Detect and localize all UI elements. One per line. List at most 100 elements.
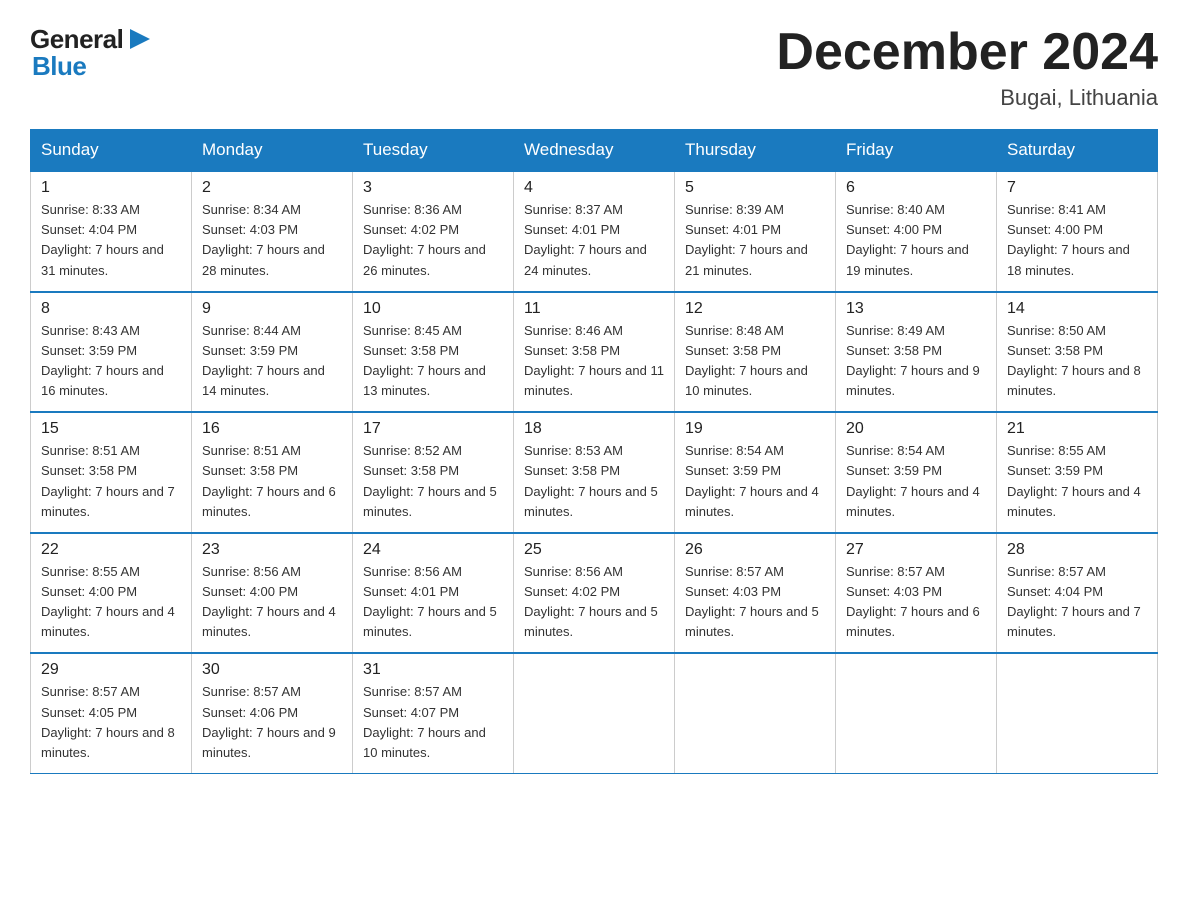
day-info: Sunrise: 8:44 AMSunset: 3:59 PMDaylight:… [202,321,342,402]
calendar-cell: 26 Sunrise: 8:57 AMSunset: 4:03 PMDayligh… [675,533,836,654]
day-info: Sunrise: 8:41 AMSunset: 4:00 PMDaylight:… [1007,200,1147,281]
day-number: 23 [202,541,342,559]
day-number: 2 [202,179,342,197]
day-number: 20 [846,420,986,438]
day-number: 11 [524,300,664,318]
day-info: Sunrise: 8:52 AMSunset: 3:58 PMDaylight:… [363,441,503,522]
day-info: Sunrise: 8:57 AMSunset: 4:05 PMDaylight:… [41,682,181,763]
day-info: Sunrise: 8:46 AMSunset: 3:58 PMDaylight:… [524,321,664,402]
calendar-cell: 29 Sunrise: 8:57 AMSunset: 4:05 PMDayligh… [31,653,192,773]
day-info: Sunrise: 8:45 AMSunset: 3:58 PMDaylight:… [363,321,503,402]
day-number: 13 [846,300,986,318]
day-info: Sunrise: 8:56 AMSunset: 4:02 PMDaylight:… [524,562,664,643]
calendar-week-row: 8Sunrise: 8:43 AMSunset: 3:59 PMDaylight… [31,292,1158,413]
day-number: 25 [524,541,664,559]
page-header: General Blue December 2024 Bugai, Lithua… [30,24,1158,111]
day-info: Sunrise: 8:51 AMSunset: 3:58 PMDaylight:… [202,441,342,522]
day-info: Sunrise: 8:36 AMSunset: 4:02 PMDaylight:… [363,200,503,281]
day-number: 15 [41,420,181,438]
calendar-cell: 23 Sunrise: 8:56 AMSunset: 4:00 PMDayligh… [192,533,353,654]
calendar-cell: 13 Sunrise: 8:49 AMSunset: 3:58 PMDayligh… [836,292,997,413]
calendar-cell: 9 Sunrise: 8:44 AMSunset: 3:59 PMDaylight… [192,292,353,413]
calendar-cell: 14 Sunrise: 8:50 AMSunset: 3:58 PMDayligh… [997,292,1158,413]
calendar-week-row: 1 Sunrise: 8:33 AMSunset: 4:04 PMDaylight… [31,171,1158,292]
day-info: Sunrise: 8:48 AMSunset: 3:58 PMDaylight:… [685,321,825,402]
calendar-header-row: SundayMondayTuesdayWednesdayThursdayFrid… [31,130,1158,172]
calendar-week-row: 29 Sunrise: 8:57 AMSunset: 4:05 PMDayligh… [31,653,1158,773]
col-header-saturday: Saturday [997,130,1158,172]
calendar-cell: 8Sunrise: 8:43 AMSunset: 3:59 PMDaylight… [31,292,192,413]
day-info: Sunrise: 8:37 AMSunset: 4:01 PMDaylight:… [524,200,664,281]
day-number: 6 [846,179,986,197]
calendar-cell: 11 Sunrise: 8:46 AMSunset: 3:58 PMDayligh… [514,292,675,413]
calendar-cell [514,653,675,773]
day-info: Sunrise: 8:57 AMSunset: 4:04 PMDaylight:… [1007,562,1147,643]
day-info: Sunrise: 8:43 AMSunset: 3:59 PMDaylight:… [41,321,181,402]
calendar-cell: 10Sunrise: 8:45 AMSunset: 3:58 PMDayligh… [353,292,514,413]
col-header-sunday: Sunday [31,130,192,172]
calendar-cell: 19Sunrise: 8:54 AMSunset: 3:59 PMDayligh… [675,412,836,533]
calendar-table: SundayMondayTuesdayWednesdayThursdayFrid… [30,129,1158,774]
day-number: 12 [685,300,825,318]
calendar-cell: 7Sunrise: 8:41 AMSunset: 4:00 PMDaylight… [997,171,1158,292]
calendar-cell: 16 Sunrise: 8:51 AMSunset: 3:58 PMDayligh… [192,412,353,533]
calendar-cell: 4Sunrise: 8:37 AMSunset: 4:01 PMDaylight… [514,171,675,292]
day-number: 3 [363,179,503,197]
day-number: 26 [685,541,825,559]
day-info: Sunrise: 8:55 AMSunset: 4:00 PMDaylight:… [41,562,181,643]
day-number: 22 [41,541,181,559]
calendar-cell [836,653,997,773]
day-number: 21 [1007,420,1147,438]
day-info: Sunrise: 8:34 AMSunset: 4:03 PMDaylight:… [202,200,342,281]
calendar-cell: 2 Sunrise: 8:34 AMSunset: 4:03 PMDaylight… [192,171,353,292]
calendar-cell: 17 Sunrise: 8:52 AMSunset: 3:58 PMDayligh… [353,412,514,533]
calendar-cell: 28 Sunrise: 8:57 AMSunset: 4:04 PMDayligh… [997,533,1158,654]
calendar-week-row: 22 Sunrise: 8:55 AMSunset: 4:00 PMDayligh… [31,533,1158,654]
month-title: December 2024 [776,24,1158,81]
day-info: Sunrise: 8:57 AMSunset: 4:03 PMDaylight:… [846,562,986,643]
logo-blue-text: Blue [32,51,86,82]
location-title: Bugai, Lithuania [776,85,1158,111]
calendar-cell: 6 Sunrise: 8:40 AMSunset: 4:00 PMDaylight… [836,171,997,292]
day-number: 5 [685,179,825,197]
day-info: Sunrise: 8:49 AMSunset: 3:58 PMDaylight:… [846,321,986,402]
day-number: 14 [1007,300,1147,318]
calendar-cell: 18Sunrise: 8:53 AMSunset: 3:58 PMDayligh… [514,412,675,533]
day-info: Sunrise: 8:51 AMSunset: 3:58 PMDaylight:… [41,441,181,522]
calendar-cell: 15 Sunrise: 8:51 AMSunset: 3:58 PMDayligh… [31,412,192,533]
calendar-cell: 27 Sunrise: 8:57 AMSunset: 4:03 PMDayligh… [836,533,997,654]
day-info: Sunrise: 8:57 AMSunset: 4:06 PMDaylight:… [202,682,342,763]
calendar-cell: 22 Sunrise: 8:55 AMSunset: 4:00 PMDayligh… [31,533,192,654]
day-number: 1 [41,179,181,197]
day-number: 18 [524,420,664,438]
calendar-cell: 25 Sunrise: 8:56 AMSunset: 4:02 PMDayligh… [514,533,675,654]
day-number: 17 [363,420,503,438]
day-info: Sunrise: 8:56 AMSunset: 4:00 PMDaylight:… [202,562,342,643]
day-info: Sunrise: 8:50 AMSunset: 3:58 PMDaylight:… [1007,321,1147,402]
col-header-thursday: Thursday [675,130,836,172]
day-info: Sunrise: 8:56 AMSunset: 4:01 PMDaylight:… [363,562,503,643]
day-info: Sunrise: 8:39 AMSunset: 4:01 PMDaylight:… [685,200,825,281]
calendar-cell: 30Sunrise: 8:57 AMSunset: 4:06 PMDayligh… [192,653,353,773]
day-number: 29 [41,661,181,679]
logo-arrow-icon [126,25,154,53]
day-number: 27 [846,541,986,559]
day-number: 16 [202,420,342,438]
day-number: 31 [363,661,503,679]
day-info: Sunrise: 8:57 AMSunset: 4:07 PMDaylight:… [363,682,503,763]
day-info: Sunrise: 8:40 AMSunset: 4:00 PMDaylight:… [846,200,986,281]
day-info: Sunrise: 8:57 AMSunset: 4:03 PMDaylight:… [685,562,825,643]
col-header-tuesday: Tuesday [353,130,514,172]
day-number: 19 [685,420,825,438]
calendar-cell [675,653,836,773]
calendar-week-row: 15 Sunrise: 8:51 AMSunset: 3:58 PMDayligh… [31,412,1158,533]
day-number: 24 [363,541,503,559]
col-header-wednesday: Wednesday [514,130,675,172]
calendar-cell: 21 Sunrise: 8:55 AMSunset: 3:59 PMDayligh… [997,412,1158,533]
day-info: Sunrise: 8:55 AMSunset: 3:59 PMDaylight:… [1007,441,1147,522]
logo-area: General Blue [30,24,154,82]
day-number: 28 [1007,541,1147,559]
calendar-cell: 20Sunrise: 8:54 AMSunset: 3:59 PMDayligh… [836,412,997,533]
day-number: 9 [202,300,342,318]
day-info: Sunrise: 8:33 AMSunset: 4:04 PMDaylight:… [41,200,181,281]
